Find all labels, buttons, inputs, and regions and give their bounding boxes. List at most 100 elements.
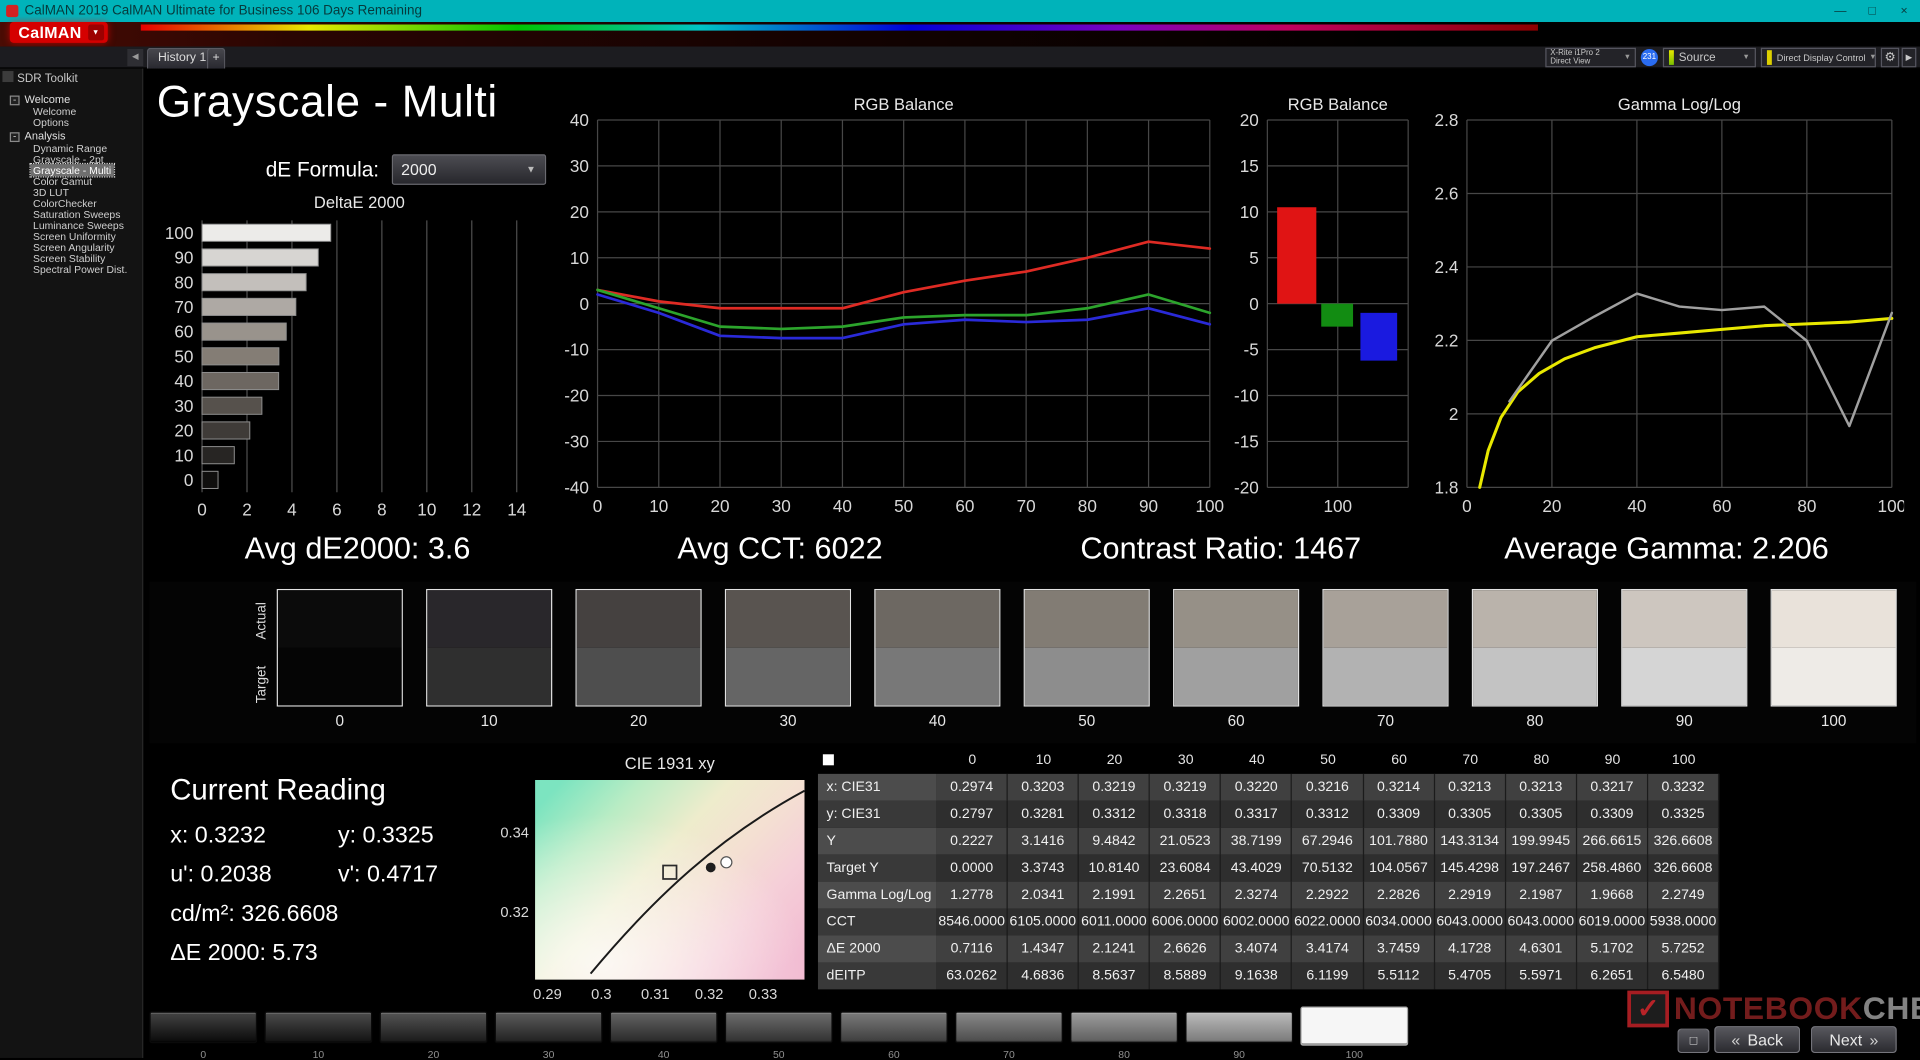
svg-text:-20: -20 [564, 386, 589, 406]
svg-text:8: 8 [377, 500, 387, 520]
level-button-100[interactable] [1300, 1007, 1408, 1046]
table-cell: 6019.0000 [1577, 909, 1648, 936]
tree-section-label: Analysis [24, 130, 65, 142]
table-cell: 0.3219 [1079, 774, 1150, 801]
tree-collapse-icon[interactable]: - [10, 95, 20, 105]
logo-caret-down-icon[interactable]: ▼ [88, 24, 104, 40]
meter-line2: Direct View [1550, 58, 1600, 67]
level-button-90[interactable] [1185, 1011, 1293, 1043]
swatch-box [1322, 589, 1448, 707]
table-cell: 5.7252 [1648, 936, 1719, 963]
swatch-actual-color [1622, 590, 1746, 648]
close-button[interactable]: × [1888, 4, 1920, 17]
grayscale-swatch-40: 40 [874, 589, 1000, 730]
level-button-60[interactable] [840, 1011, 948, 1043]
app-icon [6, 5, 18, 17]
svg-text:2.6: 2.6 [1435, 184, 1459, 204]
swatch-actual-color [278, 590, 402, 648]
deltae-chart-svg: DeltaE 200002468101214100908070605040302… [165, 189, 545, 522]
deltae-bar [202, 471, 218, 488]
sidebar-corner-icon[interactable] [2, 71, 13, 82]
swatch-box [277, 589, 403, 707]
results-table: 0102030405060708090100x: CIE310.29740.32… [818, 747, 1719, 989]
level-button-20[interactable] [380, 1011, 488, 1043]
table-cell: 143.3134 [1435, 828, 1506, 855]
rgb-balance-bar-chart: RGB Balance20151050-5-10-15-20100 [1211, 96, 1417, 527]
sidebar-collapse-chevron-icon[interactable]: ◀ [127, 49, 143, 66]
level-button-80[interactable] [1070, 1011, 1178, 1043]
table-row: Y0.22273.14169.484221.052338.719967.2946… [818, 828, 1719, 855]
next-label: Next [1829, 1030, 1862, 1048]
table-cell: 2.2749 [1648, 882, 1719, 909]
settings-gear-icon[interactable]: ⚙ [1881, 48, 1899, 68]
table-cell: 5.1702 [1577, 936, 1648, 963]
sidebar-item-spectral-power-dist-[interactable]: Spectral Power Dist. [0, 264, 142, 275]
svg-text:20: 20 [1542, 496, 1561, 516]
display-control-dropdown[interactable]: Direct Display Control ▼ [1761, 48, 1876, 68]
swatch-level-label: 70 [1322, 713, 1448, 730]
table-cell: 5.5971 [1506, 962, 1577, 989]
screen-mode-button[interactable]: □ [1678, 1029, 1710, 1053]
table-cell: 21.0523 [1150, 828, 1221, 855]
grayscale-swatch-panel: Actual Target 0102030405060708090100 [149, 582, 1916, 744]
level-button-70[interactable] [955, 1011, 1063, 1043]
swatch-box [1024, 589, 1150, 707]
column-header: 20 [1079, 747, 1150, 774]
meter-label: X-Rite i1Pro 2 Direct View [1550, 49, 1600, 66]
de-formula-select[interactable]: 2000 ▼ [391, 154, 545, 185]
svg-text:90: 90 [1139, 496, 1158, 516]
swatch-actual-color [427, 590, 551, 648]
table-cell: 5.4705 [1435, 962, 1506, 989]
table-cell: 6006.0000 [1150, 909, 1221, 936]
table-cell: 0.3317 [1221, 801, 1292, 828]
panel-chevron-right-icon[interactable]: ▶ [1902, 48, 1917, 68]
swatch-actual-color [1473, 590, 1597, 648]
swatch-target-color [278, 648, 402, 706]
source-dropdown[interactable]: Source ▼ [1663, 48, 1756, 68]
grayscale-swatch-90: 90 [1621, 589, 1747, 730]
level-button-50[interactable] [725, 1011, 833, 1043]
column-header: 50 [1292, 747, 1363, 774]
window-title: CalMAN 2019 CalMAN Ultimate for Business… [24, 4, 422, 19]
level-button-30[interactable] [495, 1011, 603, 1043]
svg-text:20: 20 [174, 421, 193, 441]
tree-collapse-icon[interactable]: - [10, 132, 20, 142]
level-button-40[interactable] [610, 1011, 718, 1043]
sidebar-item-options[interactable]: Options [0, 118, 142, 129]
svg-text:30: 30 [570, 156, 589, 176]
table-cell: 6002.0000 [1221, 909, 1292, 936]
swatch-level-label: 80 [1472, 713, 1598, 730]
table-cell: 3.3743 [1008, 855, 1079, 882]
tab-add-button[interactable]: + [207, 48, 225, 69]
svg-text:30: 30 [772, 496, 791, 516]
svg-text:-20: -20 [1234, 477, 1259, 497]
svg-text:CIE 1931 xy: CIE 1931 xy [625, 754, 716, 773]
back-button[interactable]: « Back [1714, 1026, 1800, 1053]
next-button[interactable]: Next » [1811, 1026, 1897, 1053]
rgb-balance-line-chart: RGB Balance403020100-10-20-30-4001020304… [551, 96, 1227, 527]
level-number-label: 70 [955, 1048, 1063, 1060]
svg-text:40: 40 [174, 371, 193, 391]
level-button-0[interactable] [149, 1011, 257, 1043]
table-cell: 2.2922 [1292, 882, 1363, 909]
level-button-10[interactable] [264, 1011, 372, 1043]
svg-text:60: 60 [955, 496, 974, 516]
summary-stat: Contrast Ratio: 1467 [1080, 531, 1361, 567]
swatch-level-label: 90 [1621, 713, 1747, 730]
swatch-target-color [1473, 648, 1597, 706]
svg-text:0: 0 [593, 496, 603, 516]
table-cell: 4.6301 [1506, 936, 1577, 963]
swatch-level-label: 20 [576, 713, 702, 730]
minimize-button[interactable]: — [1824, 4, 1856, 17]
calman-logo[interactable]: CalMAN ▼ [10, 22, 108, 43]
maximize-button[interactable]: □ [1856, 4, 1888, 17]
scrollbar-thumb[interactable] [823, 755, 834, 766]
swatch-actual-color [1772, 590, 1896, 648]
svg-text:80: 80 [174, 272, 193, 292]
meter-dropdown[interactable]: X-Rite i1Pro 2 Direct View ▼ [1545, 48, 1636, 68]
row-label: CCT [818, 909, 937, 936]
table-cell: 2.3274 [1221, 882, 1292, 909]
svg-text:2.2: 2.2 [1435, 331, 1459, 351]
current-reading-panel: Current Reading x: 0.3232y: 0.3325u': 0.… [170, 774, 506, 980]
reading-value: y: 0.3325 [338, 823, 506, 850]
